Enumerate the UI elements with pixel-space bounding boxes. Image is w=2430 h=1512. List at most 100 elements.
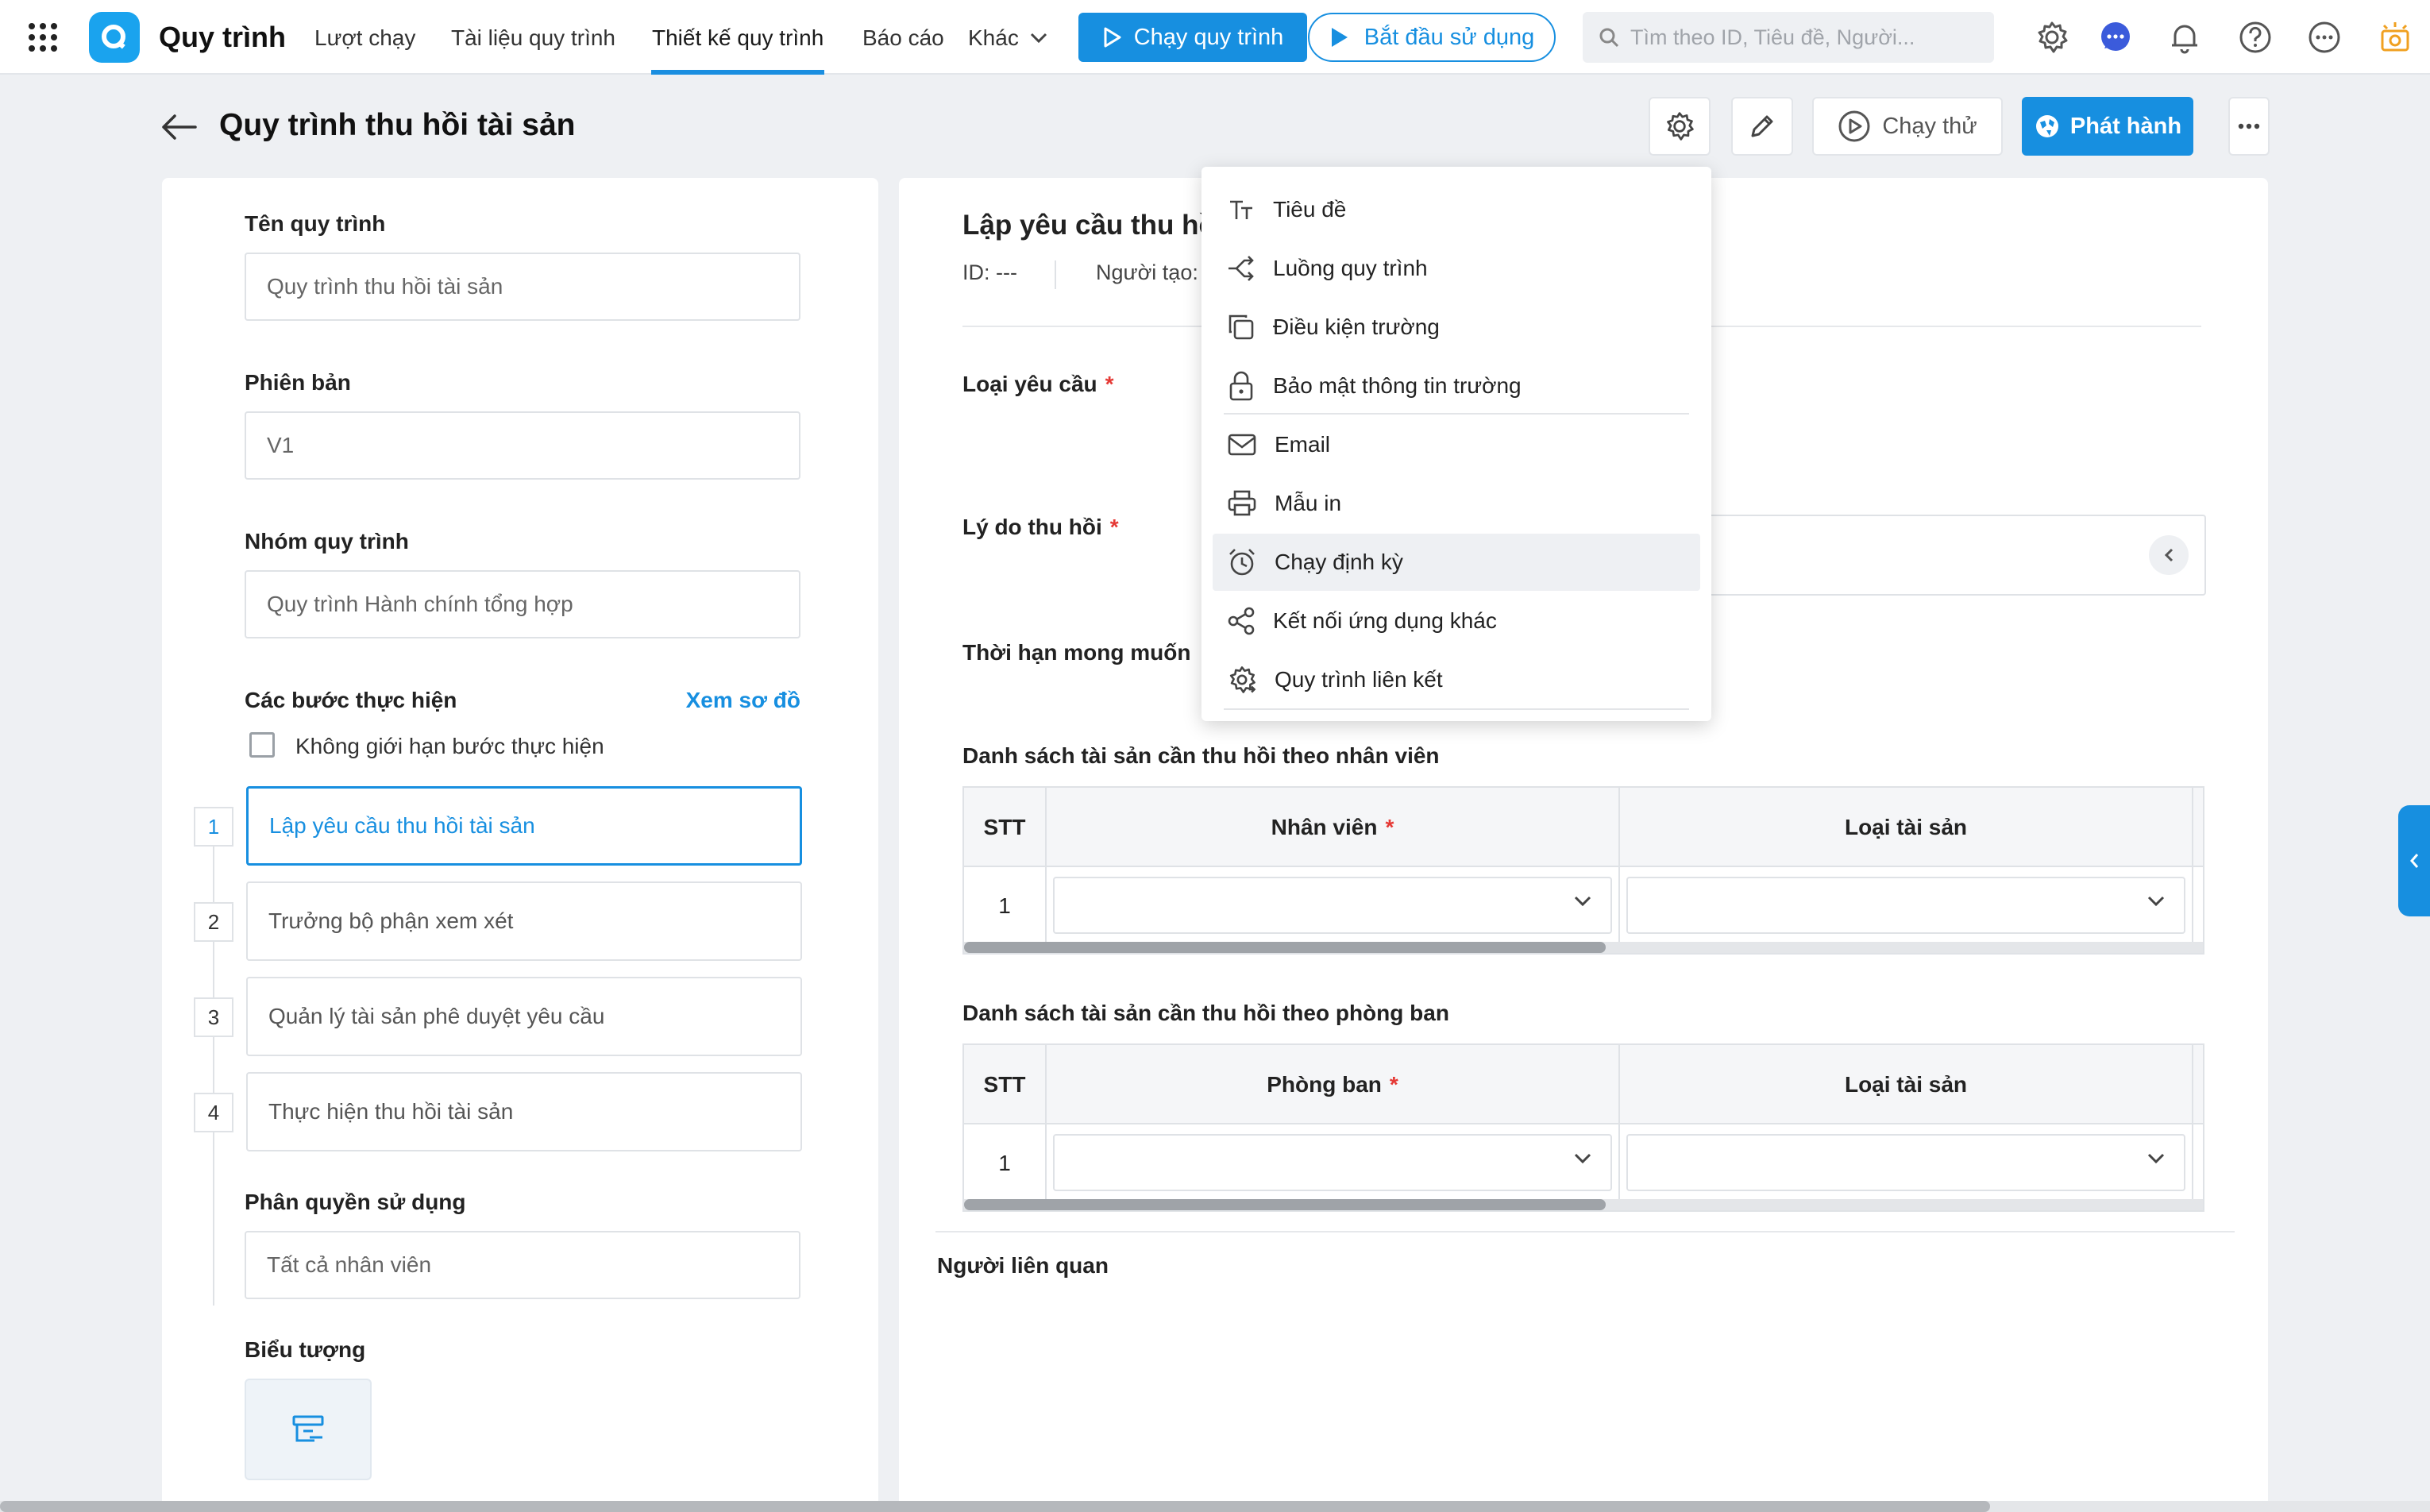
- reason-input[interactable]: [1650, 515, 2206, 596]
- play-outline-icon: [1104, 27, 1121, 48]
- employee-select[interactable]: [1053, 877, 1612, 934]
- back-arrow-icon[interactable]: [159, 110, 199, 145]
- step-item-label: Trưởng bộ phận xem xét: [268, 908, 514, 933]
- process-group-label: Nhóm quy trình: [245, 529, 409, 554]
- required-mark: *: [1389, 1072, 1398, 1097]
- app-logo[interactable]: [89, 12, 140, 63]
- top-bar: Quy trình Lượt chạy Tài liệu quy trình T…: [0, 0, 2430, 75]
- side-panel-toggle[interactable]: [2398, 805, 2430, 916]
- department-assets-title: Danh sách tài sản cần thu hồi theo phòng…: [962, 1001, 1449, 1025]
- share-icon: [1228, 607, 1255, 635]
- help-icon[interactable]: [2238, 20, 2273, 55]
- globe-icon: [2035, 115, 2058, 137]
- process-group-field[interactable]: Quy trình Hành chính tổng hợp: [245, 570, 800, 638]
- test-run-button[interactable]: Chạy thử: [1812, 97, 2003, 156]
- step-item-4[interactable]: Thực hiện thu hồi tài sản: [246, 1072, 802, 1151]
- copy-icon: [1228, 314, 1254, 340]
- menu-item-email[interactable]: Email: [1213, 416, 1700, 473]
- step-item-3[interactable]: Quản lý tài sản phê duyệt yêu cầu: [246, 977, 802, 1056]
- run-process-button[interactable]: Chạy quy trình: [1078, 13, 1307, 62]
- search-input[interactable]: [1630, 25, 1972, 50]
- app-grid-icon[interactable]: [27, 21, 59, 53]
- text-icon: [1230, 200, 1252, 219]
- view-diagram-link[interactable]: Xem sơ đồ: [686, 688, 800, 713]
- nav-process-design[interactable]: Thiết kế quy trình: [652, 25, 824, 51]
- menu-item-title[interactable]: Tiêu đề: [1213, 181, 1700, 238]
- nav-runs[interactable]: Lượt chạy: [314, 25, 415, 51]
- process-name-field[interactable]: Quy trình thu hồi tài sản: [245, 253, 800, 321]
- more-actions-button[interactable]: [2228, 97, 2270, 156]
- steps-connector-line: [213, 813, 214, 1306]
- step-item-1[interactable]: Lập yêu cầu thu hồi tài sản: [246, 786, 802, 866]
- version-field[interactable]: V1: [245, 411, 800, 480]
- step-item-label: Lập yêu cầu thu hồi tài sản: [269, 813, 535, 838]
- menu-item-linked-processes[interactable]: Quy trình liên kết: [1213, 651, 1700, 708]
- process-name-value: Quy trình thu hồi tài sản: [267, 274, 503, 299]
- scrollbar-thumb[interactable]: [0, 1501, 1990, 1512]
- menu-item-connect-apps[interactable]: Kết nối ứng dụng khác: [1213, 592, 1700, 650]
- column-header-text: Nhân viên: [1271, 815, 1378, 839]
- nav-process-docs[interactable]: Tài liệu quy trình: [451, 25, 615, 51]
- table-scrollbar[interactable]: [964, 942, 2203, 953]
- edit-button[interactable]: [1731, 97, 1793, 156]
- scrollbar-thumb[interactable]: [964, 942, 1606, 953]
- menu-item-flow[interactable]: Luồng quy trình: [1213, 240, 1700, 297]
- menu-item-print-template[interactable]: Mẫu in: [1213, 475, 1700, 532]
- employee-assets-table: STT Nhân viên * Loại tài sản 1: [962, 786, 2204, 955]
- nav-more[interactable]: Khác: [968, 25, 1047, 51]
- menu-item-label: Chạy định kỳ: [1275, 550, 1403, 574]
- menu-item-label: Mẫu in: [1275, 491, 1342, 515]
- menu-separator: [1224, 413, 1689, 415]
- app-name[interactable]: Quy trình: [159, 21, 286, 54]
- reason-label: Lý do thu hồi *: [962, 515, 1119, 540]
- more-dots-icon: [2238, 123, 2260, 129]
- page-horizontal-scrollbar[interactable]: [0, 1501, 2430, 1512]
- sun-icon[interactable]: [2378, 20, 2413, 55]
- chevron-down-icon: [2147, 896, 2165, 907]
- chat-icon[interactable]: [2098, 20, 2133, 55]
- menu-item-scheduled-run[interactable]: Chạy định kỳ: [1213, 534, 1700, 591]
- step-item-label: Thực hiện thu hồi tài sản: [268, 1099, 514, 1124]
- unlimited-steps-checkbox[interactable]: [249, 732, 275, 758]
- logo-q-icon: [102, 25, 125, 49]
- publish-button[interactable]: Phát hành: [2022, 97, 2193, 156]
- bell-icon[interactable]: [2167, 20, 2202, 55]
- chevron-down-icon: [1574, 1153, 1591, 1164]
- employee-assets-title: Danh sách tài sản cần thu hồi theo nhân …: [962, 743, 1440, 768]
- section-divider: [935, 1231, 2235, 1232]
- inbox-icon: [292, 1415, 324, 1442]
- column-header-stt: STT: [964, 1045, 1047, 1124]
- search-box[interactable]: [1583, 12, 1994, 63]
- request-type-label: Loại yêu cầu *: [962, 372, 1114, 397]
- menu-item-field-conditions[interactable]: Điều kiện trường: [1213, 299, 1700, 356]
- step-item-2[interactable]: Trưởng bộ phận xem xét: [246, 881, 802, 961]
- process-icon-picker[interactable]: [245, 1379, 372, 1480]
- search-icon: [1599, 28, 1619, 48]
- run-process-label: Chạy quy trình: [1133, 24, 1284, 50]
- menu-item-field-security[interactable]: Bảo mật thông tin trường: [1213, 357, 1700, 415]
- flow-icon: [1228, 256, 1254, 281]
- permission-field[interactable]: Tất cả nhân viên: [245, 1231, 800, 1299]
- department-select[interactable]: [1053, 1134, 1612, 1191]
- permission-value: Tất cả nhân viên: [267, 1252, 432, 1277]
- start-using-button[interactable]: Bắt đầu sử dụng: [1308, 13, 1556, 62]
- table-scrollbar[interactable]: [964, 1199, 2203, 1210]
- department-assets-table: STT Phòng ban * Loại tài sản 1: [962, 1043, 2204, 1212]
- column-header-department: Phòng ban *: [1047, 1045, 1620, 1124]
- settings-icon[interactable]: [2035, 20, 2069, 55]
- meta-separator: [1055, 260, 1056, 289]
- settings-dropdown-menu: Tiêu đề Luồng quy trình Điều kiện trường…: [1202, 167, 1711, 721]
- step-number-3: 3: [194, 997, 233, 1037]
- asset-type-select[interactable]: [1626, 1134, 2185, 1191]
- settings-menu-button[interactable]: [1649, 97, 1711, 156]
- play-circle-icon: [1838, 110, 1870, 142]
- column-header-asset-type: Loại tài sản: [1620, 1045, 2193, 1124]
- scrollbar-thumb[interactable]: [964, 1199, 1606, 1210]
- form-id: ID: ---: [962, 260, 1017, 284]
- nav-reports[interactable]: Báo cáo: [862, 25, 944, 51]
- chevron-left-icon[interactable]: [2149, 535, 2189, 575]
- column-header-employee: Nhân viên *: [1047, 788, 1620, 867]
- more-circle-icon[interactable]: [2307, 20, 2342, 55]
- process-group-value: Quy trình Hành chính tổng hợp: [267, 592, 573, 616]
- asset-type-select[interactable]: [1626, 877, 2185, 934]
